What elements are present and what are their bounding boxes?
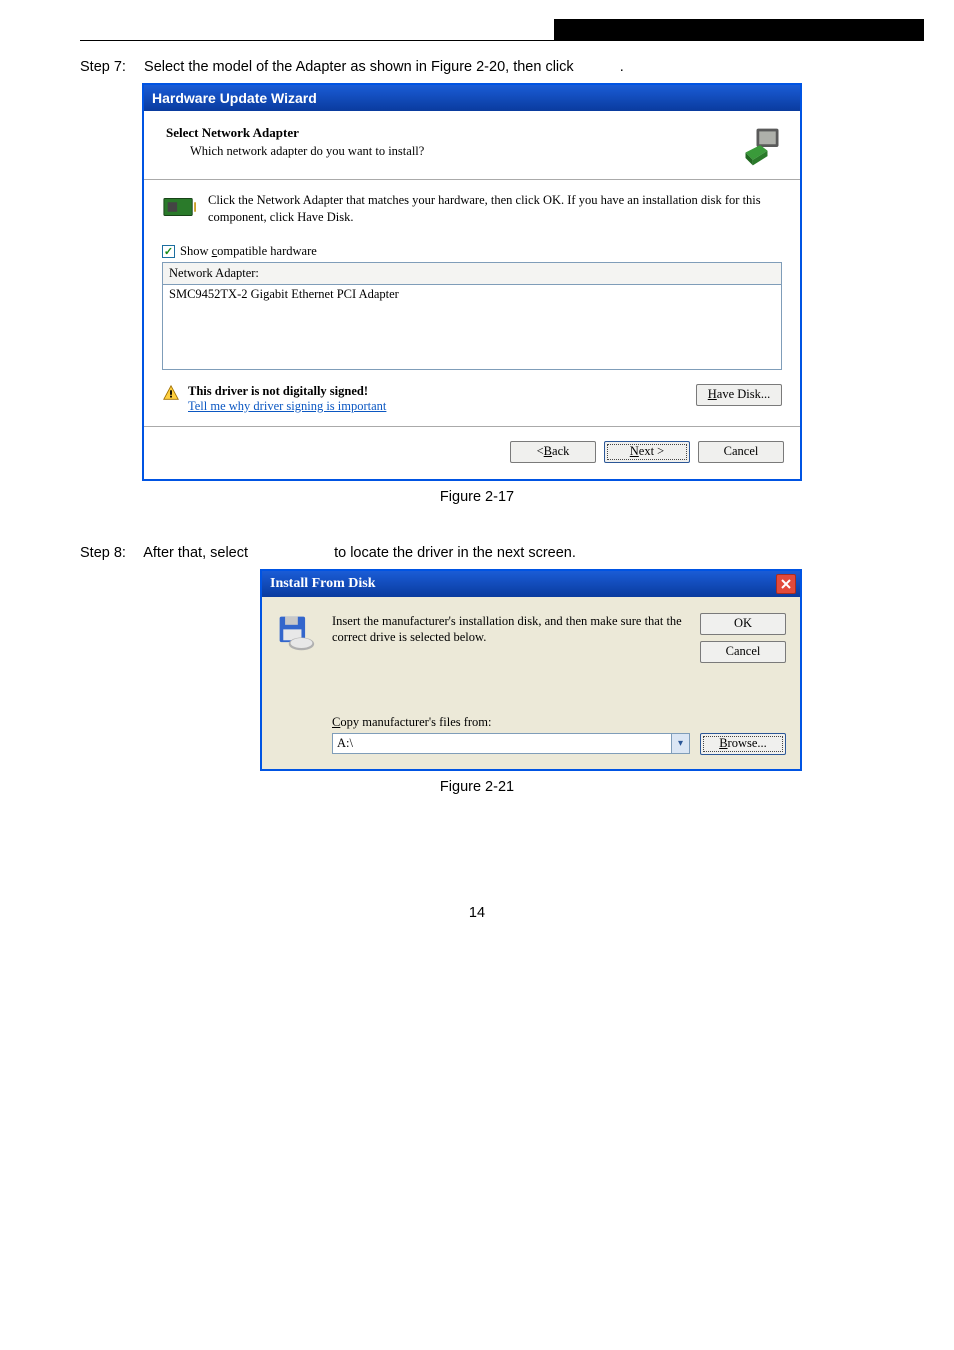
dialog-message: Insert the manufacturer's installation d… xyxy=(332,613,684,646)
figure-2-21-caption: Figure 2-21 xyxy=(80,779,874,795)
nic-device-icon xyxy=(162,192,196,222)
copy-from-label: Copy manufacturer's files from: xyxy=(332,715,786,730)
dialog-title: Install From Disk xyxy=(270,576,376,592)
driver-not-signed-title: This driver is not digitally signed! xyxy=(188,384,386,399)
chevron-down-icon[interactable]: ▾ xyxy=(671,734,689,753)
ok-button[interactable]: OK xyxy=(700,613,786,635)
network-adapter-icon xyxy=(740,125,784,169)
cancel-button[interactable]: Cancel xyxy=(698,441,784,463)
list-item[interactable]: SMC9452TX-2 Gigabit Ethernet PCI Adapter xyxy=(169,287,775,302)
step-7-line: Step 7: Select the model of the Adapter … xyxy=(80,59,874,75)
wizard-heading: Select Network Adapter xyxy=(166,125,424,141)
hardware-update-wizard: Hardware Update Wizard Select Network Ad… xyxy=(142,83,802,481)
install-from-disk-dialog: Install From Disk Insert the manufacture… xyxy=(260,569,802,771)
adapter-list[interactable]: SMC9452TX-2 Gigabit Ethernet PCI Adapter xyxy=(162,284,782,370)
have-disk-button[interactable]: Have Disk... xyxy=(696,384,782,406)
browse-button[interactable]: Browse... xyxy=(700,733,786,755)
wizard-subheading: Which network adapter do you want to ins… xyxy=(190,144,424,159)
back-button[interactable]: < Back xyxy=(510,441,596,463)
page-number: 14 xyxy=(80,905,874,921)
wizard-info-text: Click the Network Adapter that matches y… xyxy=(208,192,782,226)
header-blackbox xyxy=(554,19,924,41)
warning-icon xyxy=(162,384,180,402)
wizard-title-bar: Hardware Update Wizard xyxy=(144,85,800,111)
floppy-disk-icon xyxy=(276,613,316,653)
step-8-line: Step 8: After that, select to locate the… xyxy=(80,545,874,561)
next-button[interactable]: Next > xyxy=(604,441,690,463)
close-icon[interactable] xyxy=(776,574,796,594)
dlg-cancel-button[interactable]: Cancel xyxy=(700,641,786,663)
show-compatible-label: Show compatible hardware xyxy=(180,244,317,259)
figure-2-17-caption: Figure 2-17 xyxy=(80,489,874,505)
driver-signing-link[interactable]: Tell me why driver signing is important xyxy=(188,399,386,414)
adapter-list-header: Network Adapter: xyxy=(162,262,782,284)
show-compatible-checkbox[interactable]: ✓ xyxy=(162,245,175,258)
path-combobox[interactable]: A:\ ▾ xyxy=(332,733,690,754)
